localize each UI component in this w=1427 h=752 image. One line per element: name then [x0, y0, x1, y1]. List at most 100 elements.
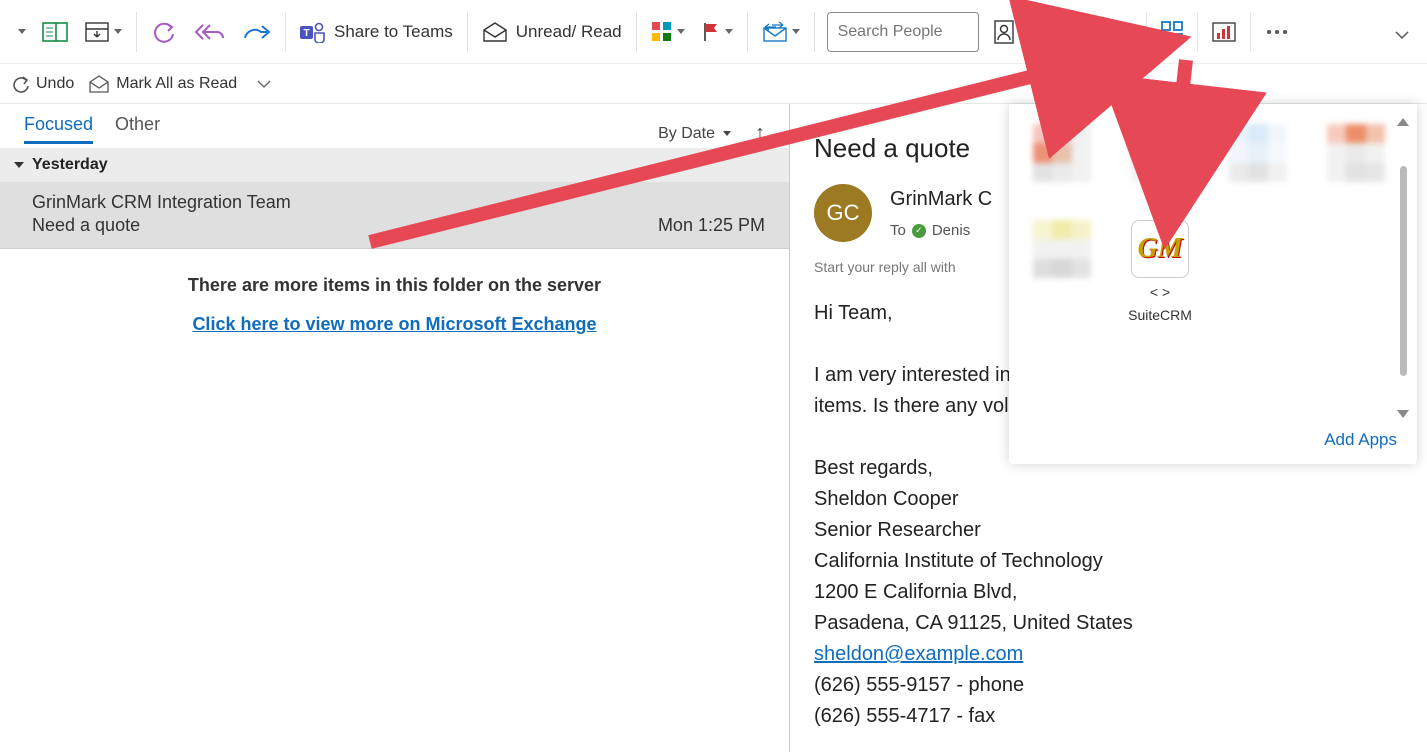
- view-more-exchange-link[interactable]: Click here to view more on Microsoft Exc…: [192, 314, 596, 334]
- sender-avatar[interactable]: GC: [814, 184, 872, 242]
- undo-button[interactable]: [143, 10, 185, 54]
- verified-check-icon: ✓: [912, 224, 926, 238]
- insights-button[interactable]: [1204, 10, 1244, 54]
- undo-small-icon: [10, 75, 30, 93]
- more-commands-button[interactable]: [1257, 10, 1297, 54]
- add-apps-link[interactable]: Add Apps: [1324, 430, 1397, 449]
- avatar-initials: GC: [827, 196, 860, 230]
- ribbon: T Share to Teams Unread/ Read あA: [0, 0, 1427, 64]
- scroll-up-button[interactable]: [1397, 118, 1409, 126]
- reading-pane-button[interactable]: [34, 10, 76, 54]
- body-phone: (626) 555-9157 - phone: [814, 670, 1427, 701]
- addin-blurred-icon: [1131, 124, 1189, 182]
- chevron-down-icon: [1395, 30, 1409, 40]
- message-time: Mon 1:25 PM: [658, 215, 765, 236]
- message-item[interactable]: GrinMark CRM Integration Team Need a quo…: [0, 182, 789, 249]
- svg-text:T: T: [303, 28, 309, 39]
- addin-suitecrm[interactable]: GM < > SuiteCRM: [1131, 220, 1189, 324]
- share-to-teams-button[interactable]: T Share to Teams: [292, 10, 461, 54]
- tab-focused[interactable]: Focused: [24, 114, 93, 144]
- chevron-down-icon: [14, 162, 24, 168]
- sub-toolbar-more-button[interactable]: [251, 77, 277, 91]
- svg-text:A: A: [1108, 31, 1115, 42]
- addin-blurred-icon: [1229, 124, 1287, 182]
- reply-all-icon: [193, 21, 225, 43]
- addin-item[interactable]: [1033, 124, 1091, 182]
- addin-item[interactable]: [1033, 220, 1091, 324]
- filter-button[interactable]: [1023, 10, 1073, 54]
- scroll-down-button[interactable]: [1397, 410, 1409, 418]
- ellipsis-icon: [1265, 27, 1289, 37]
- addin-panel-scrollbar[interactable]: [1395, 118, 1411, 418]
- body-fax: (626) 555-4717 - fax: [814, 701, 1427, 732]
- addin-item[interactable]: [1327, 124, 1385, 182]
- addin-blurred-icon: [1327, 124, 1385, 182]
- body-line: Senior Researcher: [814, 515, 1427, 546]
- chevron-down-icon: [723, 131, 731, 136]
- mark-all-label: Mark All as Read: [116, 75, 237, 93]
- unread-read-label: Unread/ Read: [516, 22, 622, 42]
- addin-panel: GM < > SuiteCRM Add Apps: [1009, 104, 1417, 464]
- undo-action-button[interactable]: Undo: [10, 75, 74, 93]
- presence-indicator: [862, 232, 874, 244]
- categories-icon: [651, 21, 673, 43]
- address-book-icon: [993, 20, 1015, 44]
- address-book-button[interactable]: [985, 10, 1023, 54]
- to-label: To: [890, 219, 906, 242]
- translate-icon: あA: [1094, 20, 1120, 44]
- addin-blurred-icon: [1033, 124, 1091, 182]
- body-line: 1200 E California Blvd,: [814, 577, 1427, 608]
- get-addins-button[interactable]: [1153, 10, 1191, 54]
- to-name: Denis: [932, 219, 970, 242]
- sort-by-label: By Date: [658, 125, 715, 143]
- addin-blurred-icon: [1033, 220, 1091, 278]
- suitecrm-icon: GM: [1131, 220, 1189, 278]
- undo-icon: [151, 21, 177, 43]
- flag-icon: [701, 21, 721, 43]
- sort-by-button[interactable]: By Date ↑: [658, 122, 765, 145]
- group-header-label: Yesterday: [32, 156, 108, 174]
- insights-icon: [1212, 21, 1236, 43]
- body-line: California Institute of Technology: [814, 546, 1427, 577]
- body-line: Pasadena, CA 91125, United States: [814, 608, 1427, 639]
- follow-up-button[interactable]: [693, 10, 741, 54]
- chevron-down-small-icon: [257, 79, 271, 89]
- send-receive-icon: [762, 21, 788, 43]
- tab-other[interactable]: Other: [115, 114, 160, 144]
- sort-direction-button[interactable]: ↑: [755, 122, 765, 145]
- suitecrm-caption: SuiteCRM: [1128, 307, 1192, 324]
- archive-button[interactable]: [76, 10, 130, 54]
- more-items-hint: There are more items in this folder on t…: [0, 275, 789, 296]
- forward-icon: [241, 21, 271, 43]
- ribbon-dropdown-button[interactable]: [6, 10, 34, 54]
- suitecrm-caption-top: < >: [1150, 284, 1170, 301]
- message-list-pane: Focused Other By Date ↑ Yesterday GrinMa…: [0, 104, 790, 752]
- addin-item[interactable]: [1229, 124, 1287, 182]
- reading-pane-icon: [42, 21, 68, 43]
- message-subject: Need a quote: [32, 215, 140, 236]
- scroll-thumb[interactable]: [1400, 166, 1407, 376]
- filter-icon: [1031, 21, 1053, 43]
- categorize-button[interactable]: [643, 10, 693, 54]
- unread-read-button[interactable]: Unread/ Read: [474, 10, 630, 54]
- group-header-yesterday[interactable]: Yesterday: [0, 148, 789, 182]
- reply-all-button[interactable]: [185, 10, 233, 54]
- teams-icon: T: [300, 21, 326, 43]
- reading-from-name: GrinMark C: [890, 184, 992, 215]
- translate-button[interactable]: あA: [1086, 10, 1140, 54]
- apps-grid-icon: [1161, 21, 1183, 43]
- search-people-input[interactable]: [827, 12, 979, 52]
- sender-email-link[interactable]: sheldon@example.com: [814, 643, 1023, 665]
- message-from: GrinMark CRM Integration Team: [32, 192, 765, 213]
- undo-label: Undo: [36, 75, 74, 93]
- ribbon-expand-button[interactable]: [1387, 13, 1417, 57]
- forward-button[interactable]: [233, 10, 279, 54]
- envelope-open-small-icon: [88, 75, 110, 93]
- addin-grid: GM < > SuiteCRM: [1009, 104, 1417, 324]
- mark-all-read-button[interactable]: Mark All as Read: [88, 75, 237, 93]
- addin-item[interactable]: [1131, 124, 1189, 182]
- envelope-open-icon: [482, 22, 508, 42]
- send-receive-button[interactable]: [754, 10, 808, 54]
- archive-icon: [84, 21, 110, 43]
- sub-toolbar: Undo Mark All as Read: [0, 64, 1427, 104]
